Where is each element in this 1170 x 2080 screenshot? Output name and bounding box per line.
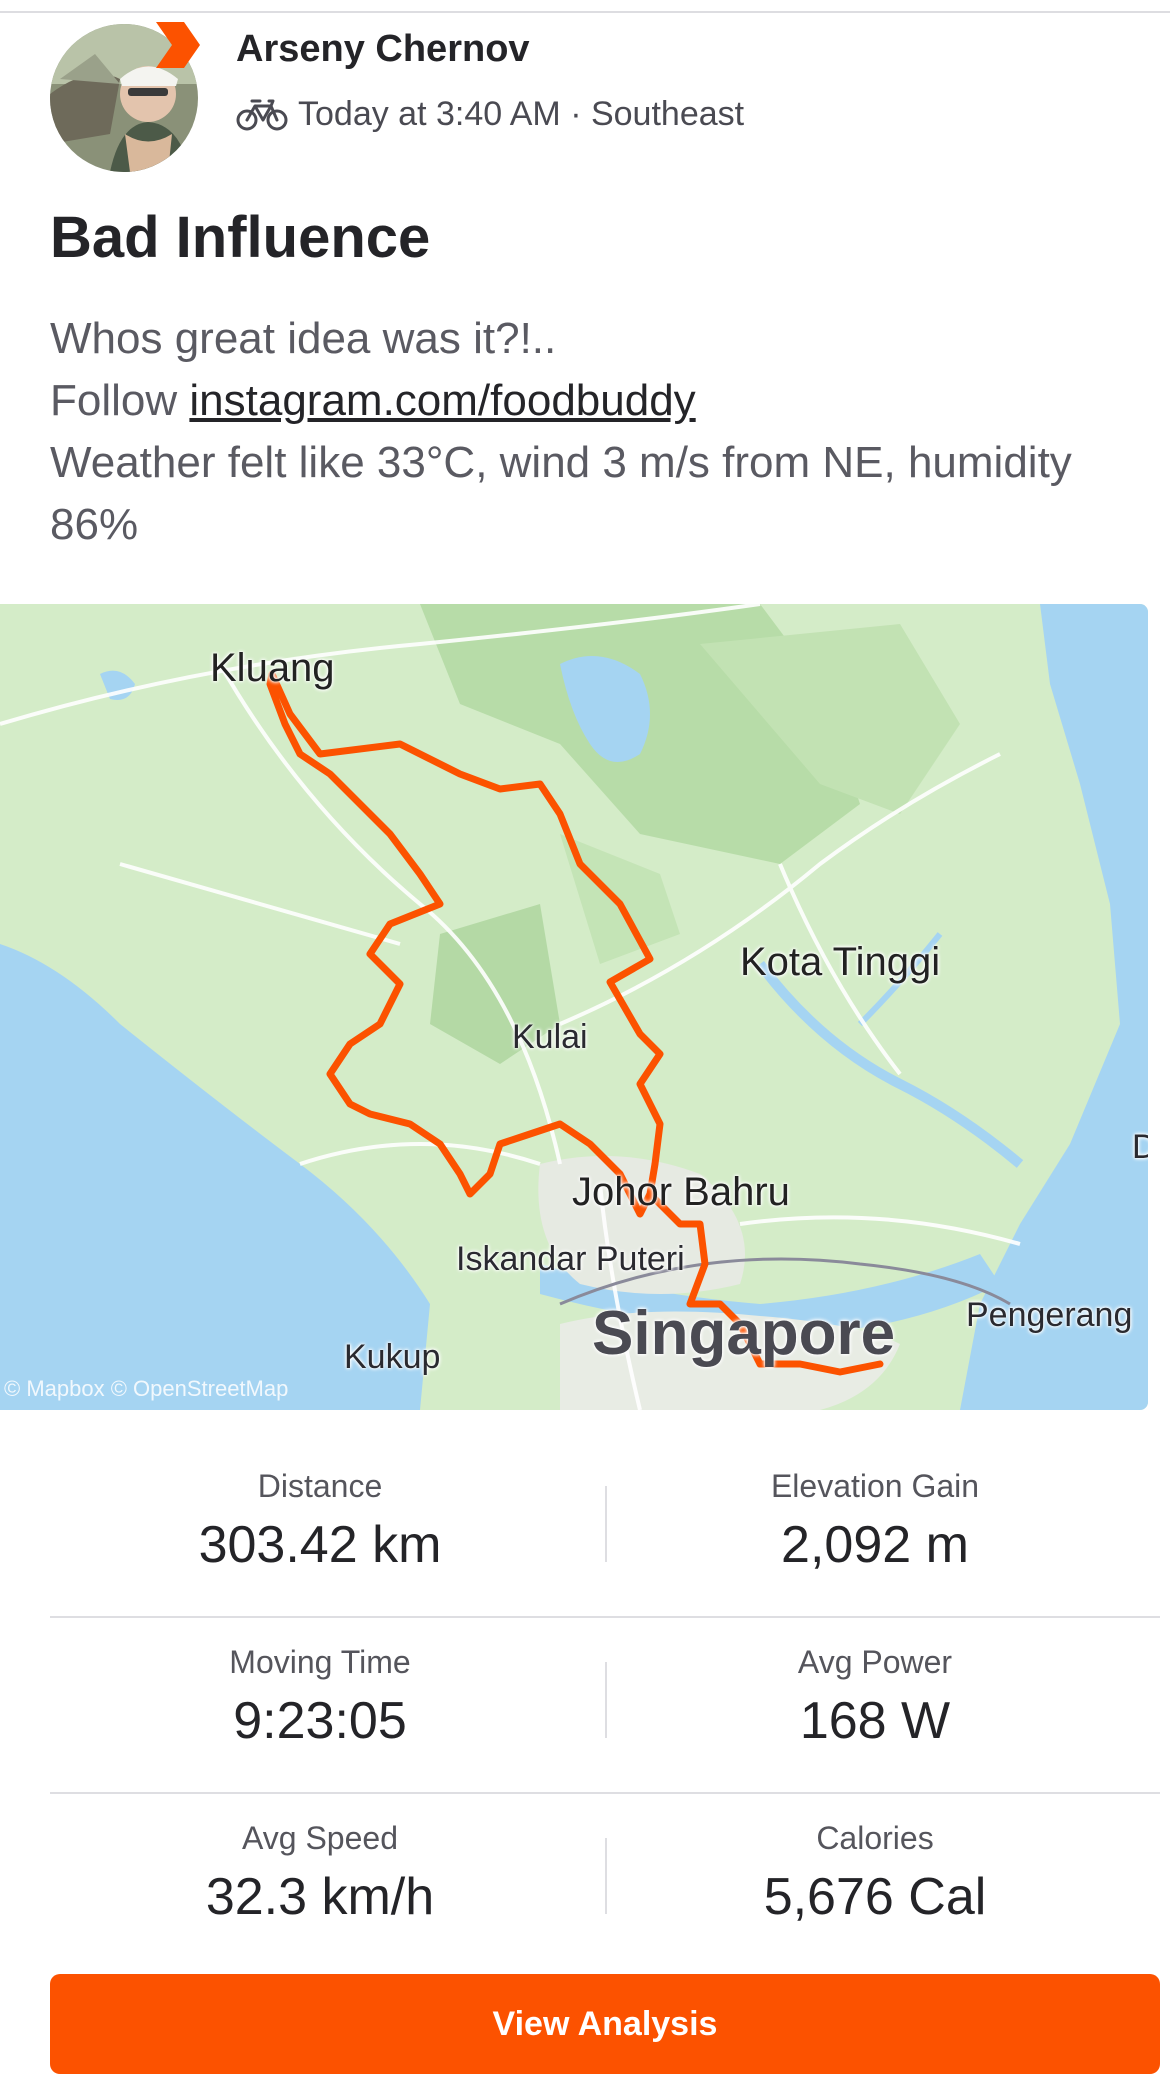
stat-value: 303.42 km: [198, 1516, 442, 1574]
stat-label: Calories: [816, 1820, 934, 1856]
map-attribution[interactable]: © Mapbox © OpenStreetMap: [4, 1376, 288, 1402]
map-label-kulai: Kulai: [512, 1018, 588, 1056]
activity-location: Southeast: [590, 94, 745, 133]
activity-description: Whos great idea was it?!.. Follow instag…: [50, 308, 1140, 556]
athlete-avatar[interactable]: [50, 22, 200, 172]
bike-icon: [236, 99, 288, 131]
stat-calories: Calories 5,676 Cal: [605, 1794, 1145, 1970]
route-map[interactable]: Kluang Kota Tinggi Kulai Johor Bahru Isk…: [0, 604, 1148, 1410]
stat-label: Avg Power: [797, 1644, 953, 1680]
map-label-singapore: Singapore: [592, 1299, 896, 1368]
view-analysis-button[interactable]: View Analysis: [50, 1974, 1160, 2074]
stats-row: Distance 303.42 km Elevation Gain 2,092 …: [50, 1442, 1160, 1618]
activity-title[interactable]: Bad Influence: [50, 204, 430, 271]
stats-row: Moving Time 9:23:05 Avg Power 168 W: [50, 1618, 1160, 1794]
athlete-name[interactable]: Arseny Chernov: [236, 28, 530, 71]
stat-avg-speed: Avg Speed 32.3 km/h: [50, 1794, 590, 1970]
description-follow-line: Follow instagram.com/foodbuddy: [50, 370, 1140, 432]
map-label-johor-bahru: Johor Bahru: [572, 1170, 790, 1214]
stat-value: 5,676 Cal: [763, 1868, 987, 1926]
stat-avg-power: Avg Power 168 W: [605, 1618, 1145, 1794]
follow-prefix: Follow: [50, 376, 178, 425]
meta-separator: [561, 95, 570, 134]
map-label-kota-tinggi: Kota Tinggi: [740, 940, 941, 984]
stat-value: 2,092 m: [781, 1516, 969, 1574]
stat-value: 32.3 km/h: [205, 1868, 435, 1926]
stat-value: 168 W: [799, 1692, 951, 1750]
description-weather-line: Weather felt like 33°C, wind 3 m/s from …: [50, 438, 1072, 549]
stat-label: Distance: [257, 1468, 383, 1504]
description-line: Whos great idea was it?!..: [50, 314, 557, 363]
stat-value: 9:23:05: [233, 1692, 407, 1750]
stat-moving-time: Moving Time 9:23:05: [50, 1618, 590, 1794]
activity-timestamp: Today at 3:40 AM: [298, 94, 561, 133]
top-divider: [0, 11, 1170, 13]
stats-grid: Distance 303.42 km Elevation Gain 2,092 …: [50, 1442, 1160, 1970]
subscriber-badge-icon: [156, 22, 200, 68]
meta-space: [582, 95, 591, 134]
stats-row: Avg Speed 32.3 km/h Calories 5,676 Cal: [50, 1794, 1160, 1970]
map-label-pengerang: Pengerang: [966, 1296, 1133, 1334]
stat-label: Avg Speed: [242, 1820, 398, 1856]
activity-meta: Today at 3:40 AM · Southeast: [236, 92, 744, 136]
map-label-edge: D: [1132, 1128, 1148, 1166]
stat-elevation-gain: Elevation Gain 2,092 m: [605, 1442, 1145, 1618]
map-label-kukup: Kukup: [344, 1338, 441, 1376]
instagram-link[interactable]: instagram.com/foodbuddy: [189, 376, 695, 425]
stat-label: Elevation Gain: [770, 1468, 980, 1504]
stat-label: Moving Time: [229, 1644, 411, 1680]
map-label-kluang: Kluang: [210, 646, 335, 690]
stat-distance: Distance 303.42 km: [50, 1442, 590, 1618]
map-label-iskandar-puteri: Iskandar Puteri: [456, 1240, 685, 1278]
meta-separator-dot: ·: [570, 94, 582, 133]
